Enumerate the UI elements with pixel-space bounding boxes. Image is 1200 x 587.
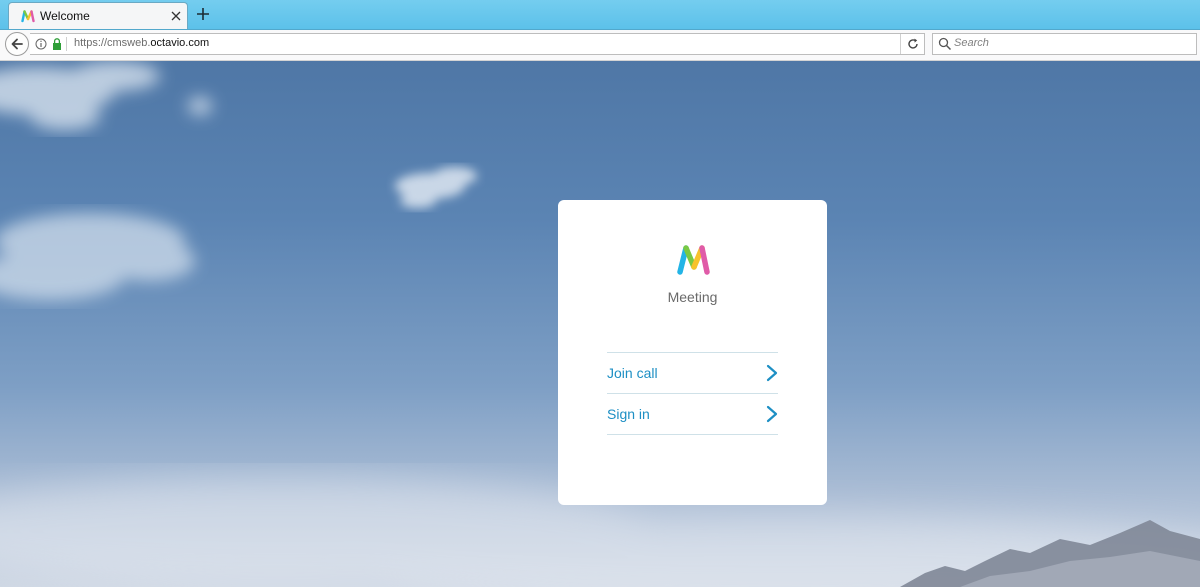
- search-icon: [938, 37, 952, 51]
- tab-title: Welcome: [40, 9, 90, 23]
- lock-icon[interactable]: [51, 37, 63, 51]
- action-menu: Join call Sign in: [607, 352, 778, 435]
- back-button[interactable]: [5, 32, 29, 56]
- tab-strip: Welcome: [0, 0, 1200, 30]
- page-content: Meeting Join call Sign in: [0, 61, 1200, 587]
- reload-separator: [900, 34, 901, 54]
- meeting-logo-icon: [21, 10, 35, 23]
- search-bar[interactable]: Search: [932, 33, 1197, 55]
- reload-icon[interactable]: [906, 37, 920, 51]
- brand-name: Meeting: [667, 289, 718, 305]
- browser-window: Welcome https://cmsweb.octavio.com Searc…: [0, 0, 1200, 587]
- join-call-label: Join call: [607, 365, 658, 381]
- tab-welcome[interactable]: Welcome: [8, 2, 188, 29]
- chevron-right-icon: [766, 364, 778, 382]
- url-prefix: https://cmsweb.: [74, 37, 151, 49]
- back-arrow-icon: [11, 38, 23, 50]
- new-tab-plus-icon[interactable]: [194, 5, 212, 23]
- meeting-logo-icon: [677, 245, 710, 275]
- join-call-link[interactable]: Join call: [607, 353, 778, 394]
- login-card: Meeting Join call Sign in: [558, 200, 827, 505]
- info-icon[interactable]: [35, 38, 47, 50]
- sign-in-label: Sign in: [607, 406, 650, 422]
- navigation-bar: https://cmsweb.octavio.com Search: [0, 30, 1200, 61]
- search-placeholder: Search: [954, 37, 989, 49]
- url-domain: octavio.com: [150, 37, 210, 49]
- address-bar[interactable]: https://cmsweb.octavio.com: [30, 33, 925, 55]
- url-text[interactable]: https://cmsweb.octavio.com: [74, 37, 209, 49]
- chevron-right-icon: [766, 405, 778, 423]
- close-icon[interactable]: [168, 8, 184, 24]
- url-separator: [66, 37, 67, 51]
- sign-in-link[interactable]: Sign in: [607, 394, 778, 435]
